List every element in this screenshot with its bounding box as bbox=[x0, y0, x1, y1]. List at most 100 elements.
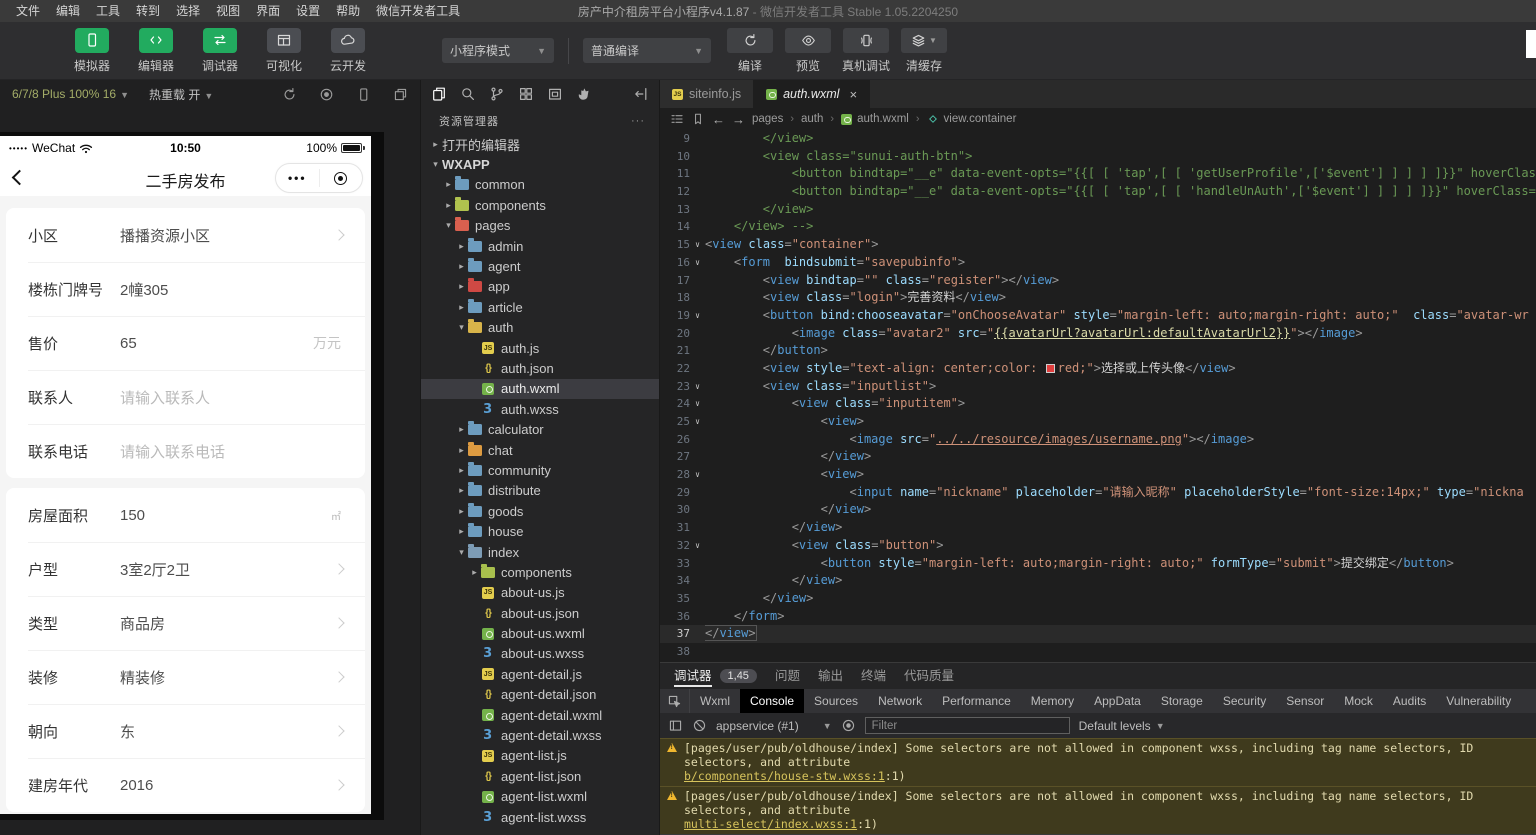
device-icon[interactable] bbox=[356, 87, 371, 102]
code-line-24[interactable]: 24∨ <view class="inputitem"> bbox=[660, 395, 1536, 413]
code-line-10[interactable]: 10 <view class="sunui-auth-btn"> bbox=[660, 148, 1536, 166]
tree-file-agent-detail.wxml[interactable]: agent-detail.wxml bbox=[421, 705, 659, 725]
clear-console-icon[interactable] bbox=[692, 718, 707, 733]
code-line-23[interactable]: 23∨ <view class="inputlist"> bbox=[660, 378, 1536, 396]
tree-folder-distribute[interactable]: ▸distribute bbox=[421, 481, 659, 501]
tree-file-about-us.json[interactable]: {}about-us.json bbox=[421, 603, 659, 623]
tree-folder-auth[interactable]: ▾auth bbox=[421, 318, 659, 338]
code-line-19[interactable]: 19∨ <button bind:chooseavatar="onChooseA… bbox=[660, 307, 1536, 325]
debug-tab-调试器[interactable]: 调试器 bbox=[674, 663, 712, 689]
tree-file-auth.wxss[interactable]: Ɛauth.wxss bbox=[421, 399, 659, 419]
tree-folder-admin[interactable]: ▸admin bbox=[421, 236, 659, 256]
close-icon[interactable]: × bbox=[849, 87, 857, 102]
arrow-right-icon[interactable]: → bbox=[732, 112, 745, 127]
compile-dropdown[interactable]: 普通编译▼ bbox=[583, 38, 711, 63]
source-control-icon[interactable] bbox=[489, 86, 505, 102]
tree-file-agent-list.wxss[interactable]: Ɛagent-list.wxss bbox=[421, 807, 659, 827]
tree-folder-chat[interactable]: ▸chat bbox=[421, 440, 659, 460]
devtools-tab-Memory[interactable]: Memory bbox=[1021, 689, 1084, 713]
search-icon[interactable] bbox=[460, 86, 476, 102]
menu-item[interactable]: 工具 bbox=[88, 0, 128, 22]
breadcrumb-item-auth[interactable]: auth bbox=[801, 113, 823, 125]
menu-item[interactable]: 选择 bbox=[168, 0, 208, 22]
code-line-18[interactable]: 18 <view class="login">完善资料</view> bbox=[660, 289, 1536, 307]
code-line-14[interactable]: 14 </view> --> bbox=[660, 218, 1536, 236]
tree-file-agent-detail.wxss[interactable]: Ɛagent-detail.wxss bbox=[421, 725, 659, 745]
tree-folder-calculator[interactable]: ▸calculator bbox=[421, 419, 659, 439]
code-line-34[interactable]: 34 </view> bbox=[660, 572, 1536, 590]
devtools-tab-Network[interactable]: Network bbox=[868, 689, 932, 713]
tree-file-about-us.wxss[interactable]: Ɛabout-us.wxss bbox=[421, 644, 659, 664]
code-line-25[interactable]: 25∨ <view> bbox=[660, 413, 1536, 431]
remote-debug-button[interactable]: 真机调试 bbox=[837, 28, 895, 74]
tab-siteinfo.js[interactable]: JSsiteinfo.js bbox=[660, 80, 754, 108]
tree-folder-goods[interactable]: ▸goods bbox=[421, 501, 659, 521]
devtools-tab-Performance[interactable]: Performance bbox=[932, 689, 1021, 713]
form-row-建房年代[interactable]: 建房年代2016 bbox=[6, 758, 365, 812]
devtools-tab-Sources[interactable]: Sources bbox=[804, 689, 868, 713]
code-line-16[interactable]: 16∨ <form bindsubmit="savepubinfo"> bbox=[660, 254, 1536, 272]
hand-icon[interactable] bbox=[576, 86, 592, 102]
form-row-类型[interactable]: 类型商品房 bbox=[6, 596, 365, 650]
form-row-房屋面积[interactable]: 房屋面积150㎡ bbox=[6, 488, 365, 542]
menu-item[interactable]: 编辑 bbox=[48, 0, 88, 22]
breadcrumb-item-auth.wxml[interactable]: auth.wxml bbox=[841, 113, 909, 125]
tree-folder-community[interactable]: ▸community bbox=[421, 460, 659, 480]
devtools-tab-Wxml[interactable]: Wxml bbox=[690, 689, 740, 713]
code-line-13[interactable]: 13 </view> bbox=[660, 201, 1536, 219]
arrow-left-icon[interactable]: ← bbox=[712, 112, 725, 127]
form-row-装修[interactable]: 装修精装修 bbox=[6, 650, 365, 704]
log-levels-dropdown[interactable]: Default levels▼ bbox=[1079, 719, 1165, 733]
tree-folder-app[interactable]: ▸app bbox=[421, 277, 659, 297]
tree-file-agent-list.json[interactable]: {}agent-list.json bbox=[421, 766, 659, 786]
menu-item[interactable]: 文件 bbox=[8, 0, 48, 22]
code-line-36[interactable]: 36 </form> bbox=[660, 608, 1536, 626]
more-button[interactable]: ••• bbox=[276, 173, 319, 183]
debug-tab-问题[interactable]: 问题 bbox=[775, 663, 800, 689]
form-row-朝向[interactable]: 朝向东 bbox=[6, 704, 365, 758]
tree-folder-article[interactable]: ▸article bbox=[421, 297, 659, 317]
code-line-27[interactable]: 27 </view> bbox=[660, 448, 1536, 466]
code-line-32[interactable]: 32∨ <view class="button"> bbox=[660, 537, 1536, 555]
breadcrumb-item-view.container[interactable]: view.container bbox=[927, 113, 1017, 125]
tree-folder-components[interactable]: ▸components bbox=[421, 195, 659, 215]
menu-item[interactable]: 微信开发者工具 bbox=[368, 0, 468, 22]
code-editor[interactable]: 9 </view>10 <view class="sunui-auth-btn"… bbox=[660, 130, 1536, 662]
tree-file-about-us.js[interactable]: JSabout-us.js bbox=[421, 583, 659, 603]
clear-cache-button[interactable]: ▼清缓存 bbox=[895, 28, 953, 74]
list-icon[interactable] bbox=[670, 112, 684, 126]
tree-folder-agent[interactable]: ▸agent bbox=[421, 256, 659, 276]
form-row-售价[interactable]: 售价65万元 bbox=[6, 316, 365, 370]
filter-input[interactable] bbox=[865, 717, 1070, 734]
code-line-33[interactable]: 33 <button style="margin-left: auto;marg… bbox=[660, 555, 1536, 573]
code-line-31[interactable]: 31 </view> bbox=[660, 519, 1536, 537]
code-line-17[interactable]: 17 <view bindtap="" class="register"></v… bbox=[660, 272, 1536, 290]
tree-folder-pages[interactable]: ▾pages bbox=[421, 216, 659, 236]
device-selector[interactable]: 6/7/8 Plus 100% 16▼ bbox=[12, 87, 129, 101]
form-row-联系人[interactable]: 联系人请输入联系人 bbox=[6, 370, 365, 424]
cloud-dev-button[interactable]: 云开发 bbox=[320, 28, 376, 74]
form-row-小区[interactable]: 小区播播资源小区 bbox=[6, 208, 365, 262]
debugger-button[interactable]: 调试器 bbox=[192, 28, 248, 74]
console-sidebar-icon[interactable] bbox=[668, 718, 683, 733]
tree-file-auth.js[interactable]: JSauth.js bbox=[421, 338, 659, 358]
code-line-11[interactable]: 11 <button bindtap="__e" data-event-opts… bbox=[660, 165, 1536, 183]
tree-folder-house[interactable]: ▸house bbox=[421, 521, 659, 541]
menu-item[interactable]: 帮助 bbox=[328, 0, 368, 22]
form-row-户型[interactable]: 户型3室2厅2卫 bbox=[6, 542, 365, 596]
code-line-12[interactable]: 12 <button bindtap="__e" data-event-opts… bbox=[660, 183, 1536, 201]
devtools-tab-AppData[interactable]: AppData bbox=[1084, 689, 1151, 713]
refresh-icon[interactable] bbox=[282, 87, 297, 102]
files-icon[interactable] bbox=[431, 86, 447, 102]
tree-file-agent-list.wxml[interactable]: agent-list.wxml bbox=[421, 787, 659, 807]
tree-file-agent-detail.json[interactable]: {}agent-detail.json bbox=[421, 685, 659, 705]
record-icon[interactable] bbox=[319, 87, 334, 102]
form-row-楼栋门牌号[interactable]: 楼栋门牌号2幢305 bbox=[6, 262, 365, 316]
devtools-tab-Console[interactable]: Console bbox=[740, 689, 804, 713]
tree-file-agent-list.js[interactable]: JSagent-list.js bbox=[421, 746, 659, 766]
debug-tab-代码质量[interactable]: 代码质量 bbox=[904, 663, 954, 689]
hot-reload-toggle[interactable]: 热重载 开▼ bbox=[149, 86, 213, 103]
inspect-element-icon[interactable] bbox=[660, 689, 690, 713]
tree-folder-WXAPP[interactable]: ▾WXAPP bbox=[421, 154, 659, 174]
tree-folder-components[interactable]: ▸components bbox=[421, 562, 659, 582]
